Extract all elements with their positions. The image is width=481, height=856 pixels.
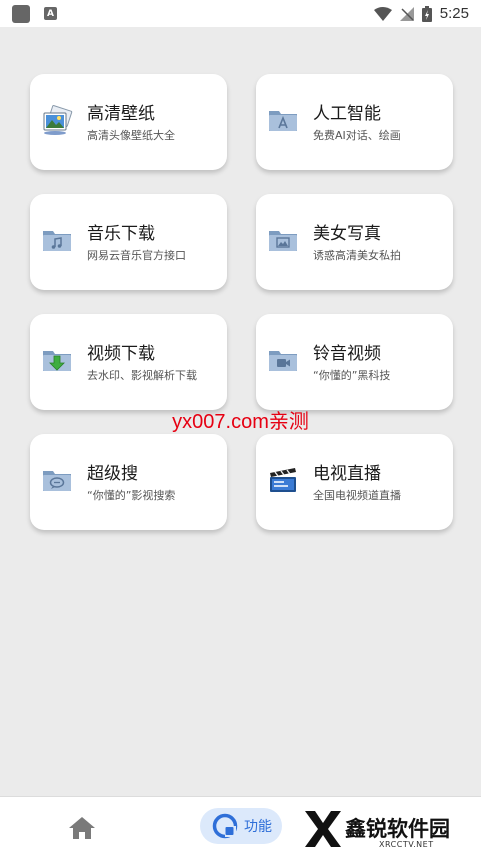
no-signal-icon <box>399 6 414 21</box>
card-subtitle: “你懂的”影视搜索 <box>87 489 176 502</box>
card-video-download[interactable]: 视频下载 去水印、影视解析下载 <box>30 314 227 410</box>
card-subtitle: 诱惑高清美女私拍 <box>313 249 401 262</box>
card-music[interactable]: 音乐下载 网易云音乐官方接口 <box>30 194 227 290</box>
brand-domain: XRCCTV.NET <box>379 840 434 849</box>
notification-square-icon <box>12 4 30 23</box>
picture-folder-icon <box>269 231 297 251</box>
card-title: 高清壁纸 <box>87 104 155 124</box>
card-title: 人工智能 <box>313 104 381 124</box>
feature-grid: 高清壁纸 高清头像壁纸大全 人工智能 免费AI对话、绘画 音乐下载 网易云音乐官… <box>30 74 453 530</box>
function-icon <box>212 813 238 839</box>
card-title: 电视直播 <box>313 464 381 484</box>
card-subtitle: 高清头像壁纸大全 <box>87 129 175 142</box>
brand-name: 鑫锐软件园 <box>345 817 450 841</box>
wallpaper-icon <box>43 105 73 135</box>
card-title: 音乐下载 <box>87 224 155 244</box>
card-title: 美女写真 <box>313 224 381 244</box>
card-wallpaper[interactable]: 高清壁纸 高清头像壁纸大全 <box>30 74 227 170</box>
clapperboard-icon <box>270 468 296 492</box>
wifi-icon <box>373 6 392 21</box>
card-subtitle: 网易云音乐官方接口 <box>87 249 186 262</box>
card-title: 视频下载 <box>87 344 155 364</box>
card-title: 铃音视频 <box>313 344 381 364</box>
ai-folder-icon <box>269 111 297 131</box>
app-notification-icon: A <box>44 7 57 20</box>
card-title: 超级搜 <box>87 464 138 484</box>
card-subtitle: “你懂的”黑科技 <box>313 369 391 382</box>
bottom-navigation: 功能 鑫锐软件园 XRCCTV.NET <box>0 796 481 856</box>
music-folder-icon <box>43 231 71 251</box>
function-tab-button[interactable]: 功能 <box>200 808 282 844</box>
clock: 5:25 <box>439 5 469 22</box>
card-subtitle: 去水印、影视解析下载 <box>87 369 197 382</box>
battery-icon <box>421 5 432 22</box>
watermark-text: yx007.com亲测 <box>172 411 309 433</box>
card-ai[interactable]: 人工智能 免费AI对话、绘画 <box>256 74 453 170</box>
chat-folder-icon <box>43 471 71 491</box>
card-subtitle: 免费AI对话、绘画 <box>313 129 401 142</box>
home-icon[interactable] <box>68 815 96 841</box>
card-subtitle: 全国电视频道直播 <box>313 489 401 502</box>
function-tab-label: 功能 <box>244 819 272 835</box>
card-photo[interactable]: 美女写真 诱惑高清美女私拍 <box>256 194 453 290</box>
video-folder-icon <box>269 351 297 371</box>
status-bar: A 5:25 <box>0 0 481 27</box>
download-folder-icon <box>43 351 71 371</box>
brand-logo: 鑫锐软件园 XRCCTV.NET <box>303 807 463 851</box>
brand-x-logo-icon <box>305 811 341 847</box>
card-tv-live[interactable]: 电视直播 全国电视频道直播 <box>256 434 453 530</box>
card-super-search[interactable]: 超级搜 “你懂的”影视搜索 <box>30 434 227 530</box>
card-ringtone-video[interactable]: 铃音视频 “你懂的”黑科技 <box>256 314 453 410</box>
